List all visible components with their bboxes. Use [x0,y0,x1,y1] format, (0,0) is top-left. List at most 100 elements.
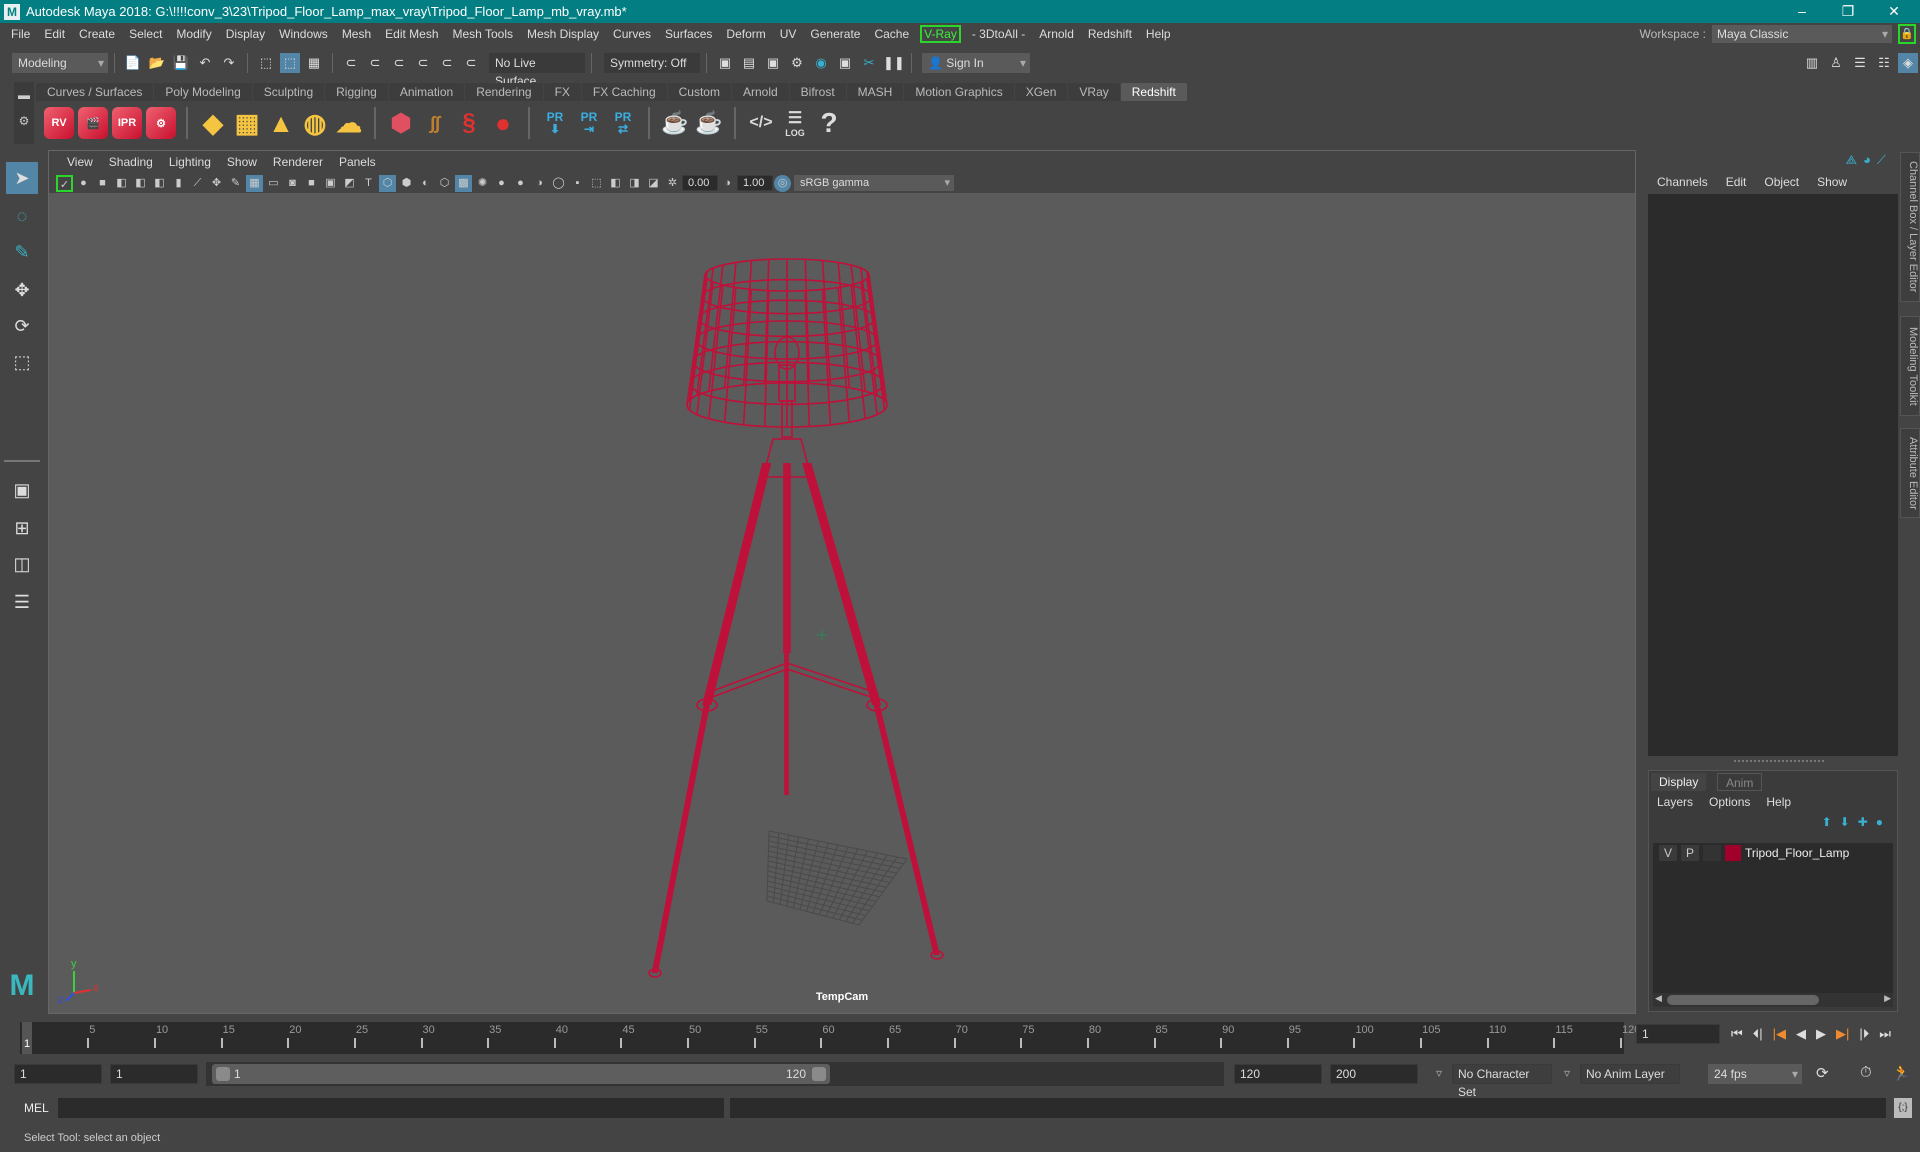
layer-row[interactable]: V P Tripod_Floor_Lamp [1653,843,1893,863]
shelf-tab-animation[interactable]: Animation [388,83,465,101]
motion-blur-icon[interactable]: ◑ [531,175,548,192]
layer-menu-options[interactable]: Options [1701,795,1758,809]
gate-mask-icon[interactable]: ■ [303,175,320,192]
minimize-button[interactable]: – [1782,0,1822,23]
pause-icon[interactable]: ❚❚ [883,53,905,73]
range-slider[interactable]: 1 120 [212,1064,830,1084]
step-back-frame-icon[interactable]: ⏴| [1753,1026,1763,1042]
fps-dropdown[interactable]: 24 fps ▾ [1708,1064,1802,1084]
character-set-dropdown[interactable]: No Character Set [1452,1064,1552,1099]
channel-box-menu-edit[interactable]: Edit [1717,175,1756,189]
shelf-tab-rendering[interactable]: Rendering [465,83,543,101]
depth-of-field-icon[interactable]: ▪ [569,175,586,192]
viewport-toggle-2-icon[interactable]: ■ [94,175,111,192]
viewport-toggle-1-icon[interactable]: ● [75,175,92,192]
new-layer-from-selected-icon[interactable]: ● [1876,815,1891,829]
menu-surfaces[interactable]: Surfaces [658,27,719,41]
new-scene-icon[interactable]: 📄 [123,53,143,73]
anim-layer-arrow-icon[interactable]: ▿ [1564,1066,1570,1080]
use-all-lights-icon[interactable]: ✺ [474,175,491,192]
shelf-tab-redshift[interactable]: Redshift [1120,83,1187,101]
gamma-icon[interactable]: ◑ [719,175,736,192]
menu-vray[interactable]: V-Ray [920,25,961,43]
panel-splitter[interactable] [1734,760,1824,762]
go-to-end-icon[interactable]: ⏭ [1879,1026,1891,1042]
redshift-render-view-icon[interactable]: RV [44,107,74,139]
move-layer-up-icon[interactable]: ⬆ [1822,815,1840,829]
menu-mesh-display[interactable]: Mesh Display [520,27,606,41]
shelf-tab-fx-caching[interactable]: FX Caching [581,83,667,101]
render-sequence-icon[interactable]: ▤ [739,53,759,73]
shelf-tab-fx[interactable]: FX [543,83,581,101]
loop-icon[interactable]: ⟳ [1816,1064,1829,1082]
gamma-field[interactable]: 1.00 [737,175,773,191]
camera-attributes-icon[interactable]: ◧ [151,175,168,192]
camera-lock-icon[interactable]: ◧ [132,175,149,192]
redshift-curve-icon[interactable]: § [454,107,484,139]
shelf-tab-rigging[interactable]: Rigging [325,83,388,101]
animation-preferences-icon[interactable]: 🏃 [1892,1064,1911,1082]
shelf-tab-sculpting[interactable]: Sculpting [252,83,325,101]
menu-redshift[interactable]: Redshift [1081,27,1139,41]
move-tool-icon[interactable]: ✥ [6,274,38,306]
colorspace-dropdown[interactable]: sRGB gamma ▾ [794,175,954,191]
image-plane-icon[interactable]: ⟋ [189,175,206,192]
side-tab-channel-box[interactable]: Channel Box / Layer Editor [1900,152,1920,302]
layer-tab-display[interactable]: Display [1651,773,1707,791]
open-scene-icon[interactable]: 📂 [147,53,167,73]
snap-live-icon[interactable]: ⊂ [461,53,481,73]
menu-uv[interactable]: UV [773,27,804,41]
textured-icon[interactable]: ▩ [455,174,472,192]
viewport-menu-panels[interactable]: Panels [331,155,384,169]
color-management-icon[interactable]: ◎ [774,174,791,192]
two-view-layout-icon[interactable]: ◫ [6,548,38,580]
time-slider[interactable]: 1 5 10 15 20 25 30 35 40 45 50 55 60 65 70 75 80 85 90 95 1… [20,1022,1640,1054]
viewport-menu-show[interactable]: Show [219,155,265,169]
menu-windows[interactable]: Windows [272,27,335,41]
step-back-key-icon[interactable]: |◀ [1773,1026,1786,1042]
step-forward-frame-icon[interactable]: |⏵ [1859,1026,1869,1042]
side-tab-attribute-editor[interactable]: Attribute Editor [1900,428,1920,518]
render-frame-icon[interactable]: ▣ [715,53,735,73]
hypershade-icon[interactable]: ◉ [811,53,831,73]
snap-point-icon[interactable]: ⊂ [389,53,409,73]
redshift-help-icon[interactable]: ? [814,107,844,139]
layer-menu-layers[interactable]: Layers [1649,795,1701,809]
viewport-menu-lighting[interactable]: Lighting [161,155,219,169]
xray-joints-icon[interactable]: ◨ [626,175,643,192]
lock-icon[interactable]: 🔒 [1898,24,1916,44]
scale-tool-icon[interactable]: ⬚ [6,346,38,378]
mode-dropdown[interactable]: Modeling ▾ [12,53,108,73]
redo-icon[interactable]: ↷ [219,53,239,73]
layer-color-swatch[interactable] [1725,845,1741,861]
shelf-menu-icon[interactable]: ▬ [14,82,34,108]
play-forward-icon[interactable]: ▶ [1816,1026,1826,1042]
isolate-select-icon[interactable]: ⬚ [588,175,605,192]
layer-visibility-toggle[interactable]: V [1659,845,1677,861]
playback-start-field[interactable]: 1 [110,1064,198,1084]
channel-box-menu-object[interactable]: Object [1755,175,1808,189]
side-tab-modeling-toolkit[interactable]: Modeling Toolkit [1900,316,1920,416]
go-to-start-icon[interactable]: ⏮ [1731,1026,1743,1042]
menu-create[interactable]: Create [72,27,122,41]
menu-help[interactable]: Help [1139,27,1178,41]
exposure-icon[interactable]: ✲ [664,175,681,192]
redshift-material-icon[interactable]: ● [488,107,518,139]
menu-edit[interactable]: Edit [37,27,72,41]
redshift-hair-icon[interactable]: ∫∫ [420,107,450,139]
close-button[interactable]: ✕ [1874,0,1914,23]
render-settings-icon[interactable]: ⚙ [787,53,807,73]
select-component-icon[interactable]: ▦ [304,53,324,73]
channel-box-icon[interactable]: ◈ [1898,53,1918,73]
redshift-ipr-icon[interactable]: IPR [112,107,142,139]
redshift-proxy-import-icon[interactable]: PR ⇥ [574,107,604,139]
menu-mesh[interactable]: Mesh [335,27,378,41]
range-end-handle[interactable] [812,1067,826,1081]
snap-view-plane-icon[interactable]: ⊂ [437,53,457,73]
live-surface-field[interactable]: No Live Surface [489,53,585,88]
vray-viewport-icon[interactable]: ✓ [56,174,73,192]
save-scene-icon[interactable]: 💾 [171,53,191,73]
shadows-icon[interactable]: ● [493,175,510,192]
select-hierarchy-icon[interactable]: ⬚ [256,53,276,73]
layer-name[interactable]: Tripod_Floor_Lamp [1745,846,1849,860]
